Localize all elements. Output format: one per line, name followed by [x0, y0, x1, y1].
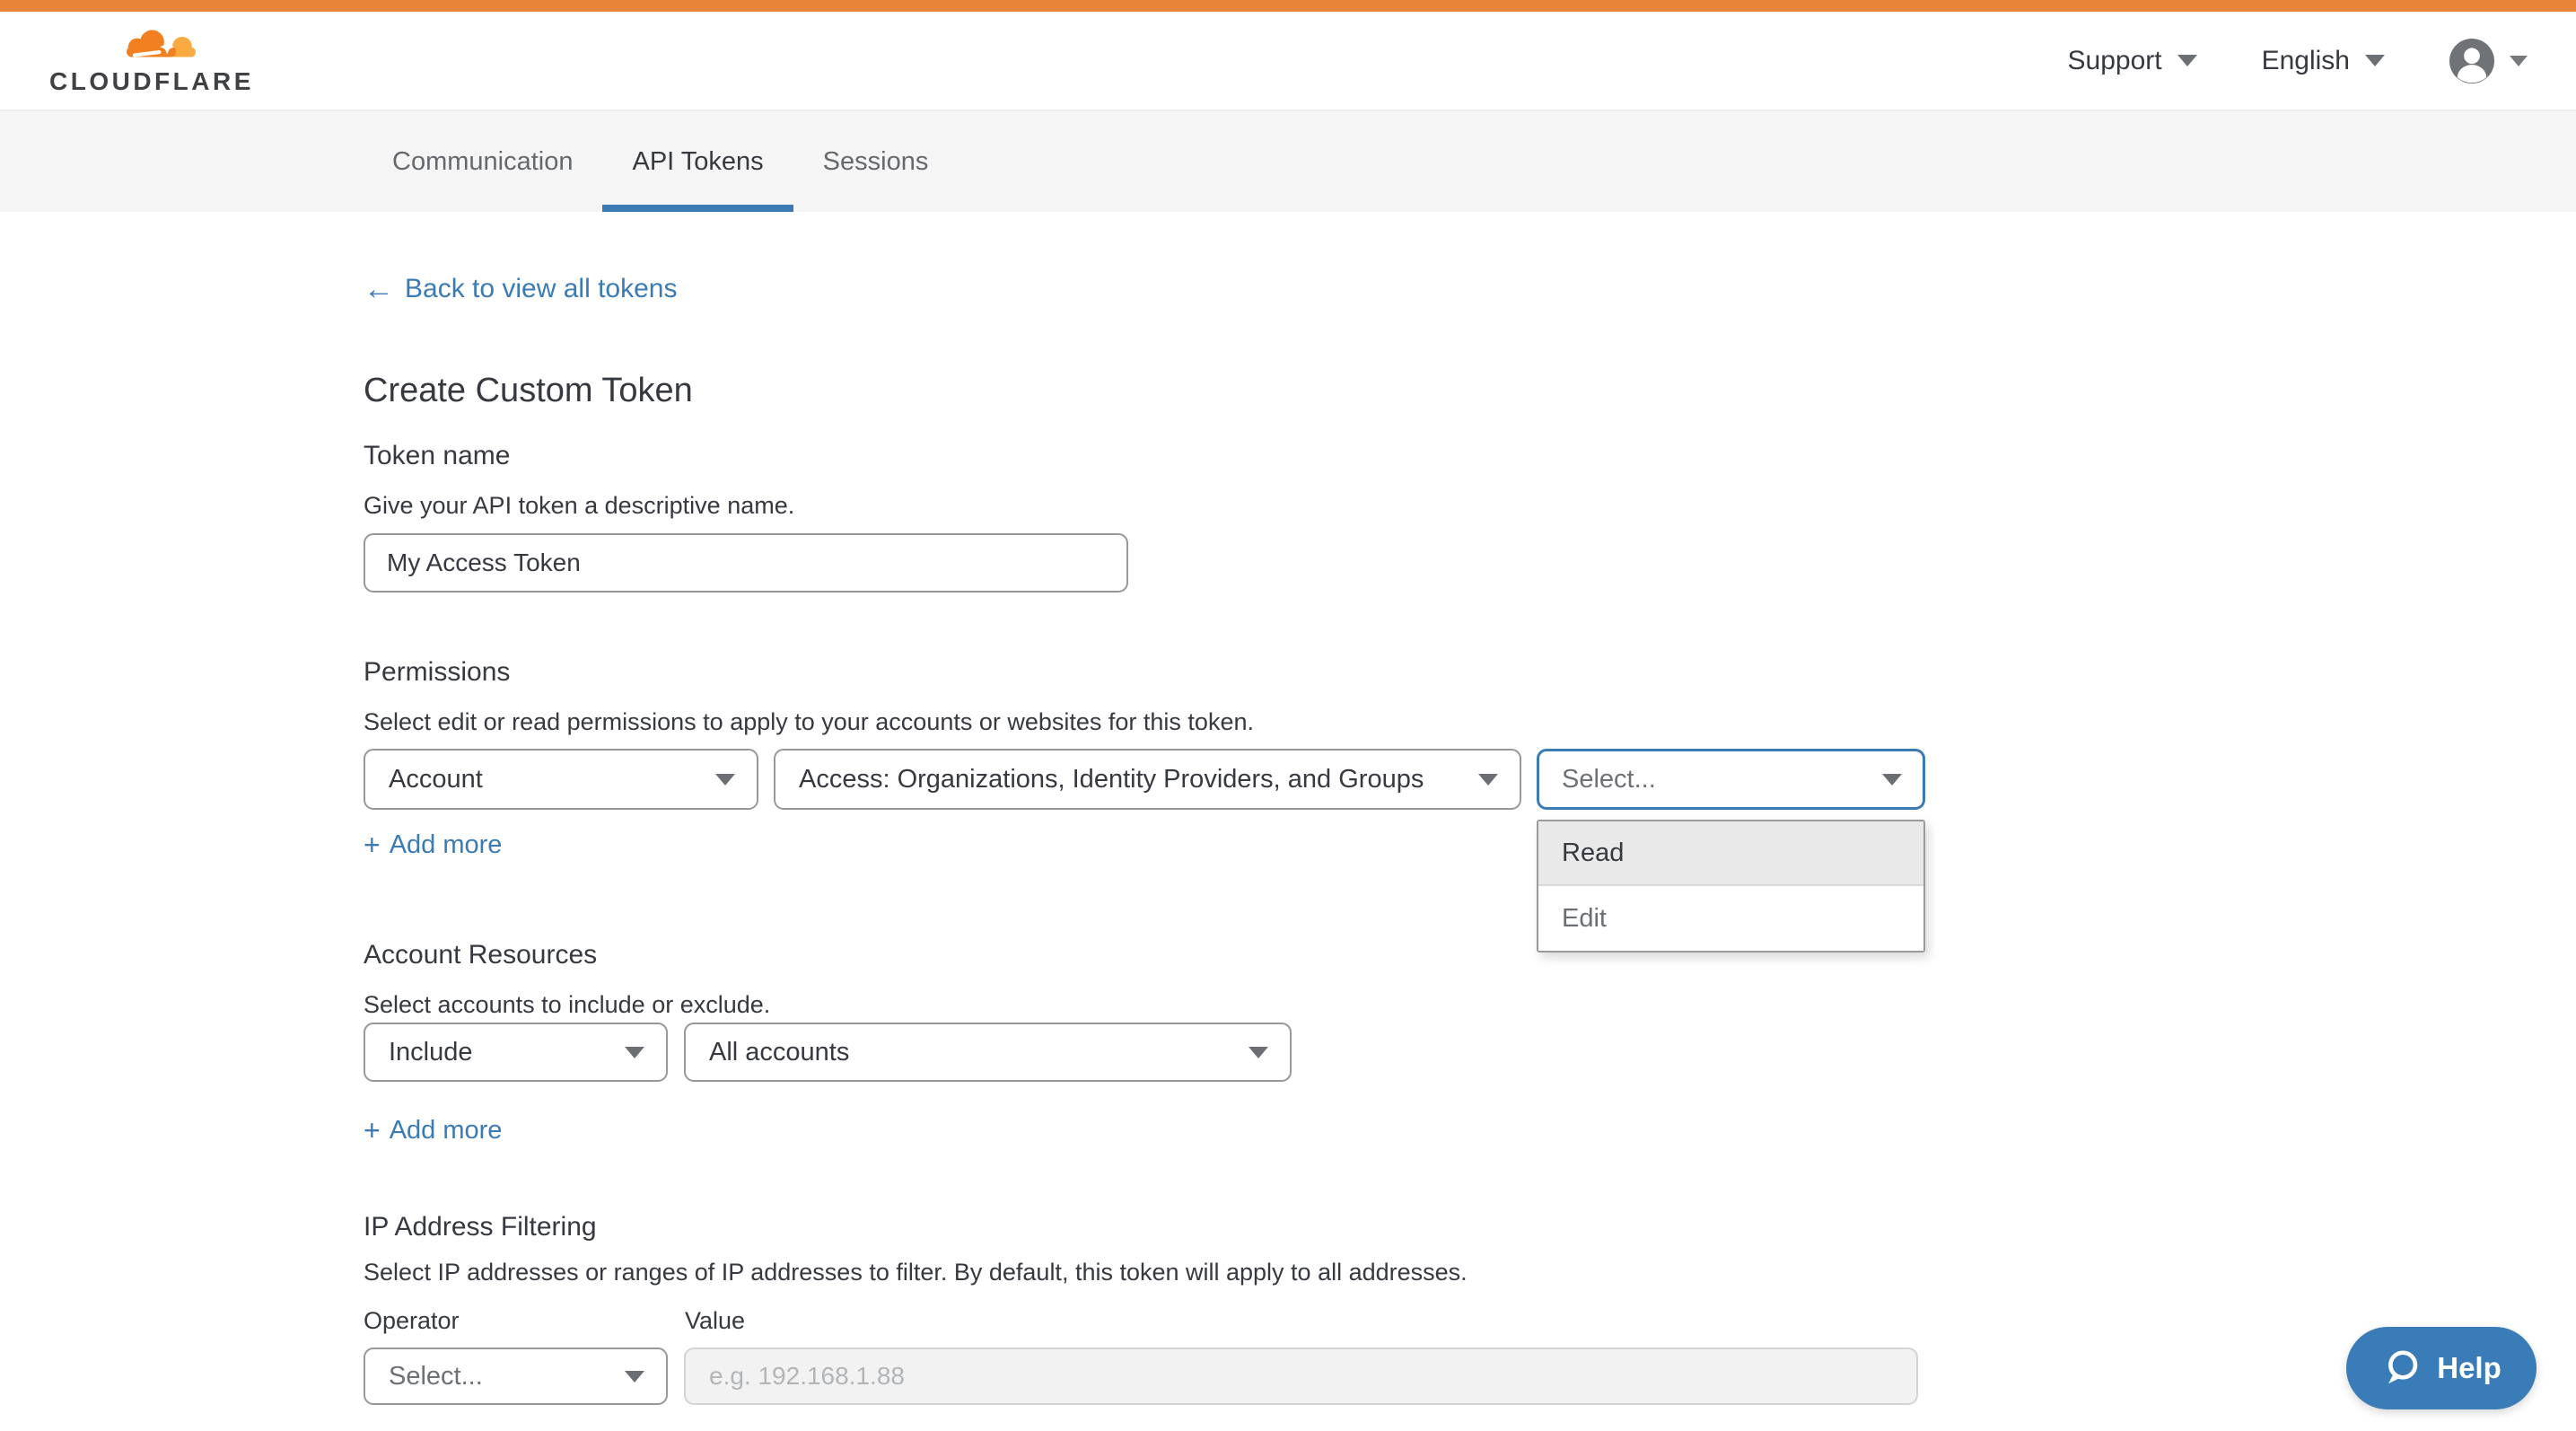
cloudflare-cloud-icon	[118, 26, 200, 66]
ip-filtering-description: Select IP addresses or ranges of IP addr…	[364, 1259, 1468, 1286]
menu-item-edit[interactable]: Edit	[1538, 886, 1923, 951]
account-resources-heading: Account Resources	[364, 940, 597, 970]
language-menu[interactable]: English	[2262, 46, 2385, 76]
ip-value-input[interactable]	[684, 1348, 1918, 1405]
operator-label: Operator	[364, 1307, 460, 1335]
ip-operator-select[interactable]: Select...	[364, 1348, 668, 1405]
account-resources-add-more-link[interactable]: + Add more	[364, 1116, 502, 1146]
top-accent-bar	[0, 0, 2576, 12]
permission-resource-value: Access: Organizations, Identity Provider…	[799, 765, 1478, 795]
ip-filter-row: Select...	[364, 1348, 1918, 1405]
resource-mode-select[interactable]: Include	[364, 1023, 668, 1082]
help-button[interactable]: Help	[2346, 1327, 2537, 1409]
permission-level-menu: Read Edit	[1537, 820, 1925, 953]
permission-scope-select[interactable]: Account	[364, 749, 758, 810]
ip-operator-placeholder: Select...	[389, 1362, 625, 1391]
permissions-description: Select edit or read permissions to apply…	[364, 708, 1254, 736]
chevron-down-icon	[1882, 774, 1902, 786]
cloudflare-wordmark: CLOUDFLARE	[49, 67, 207, 96]
chevron-down-icon	[2510, 56, 2528, 66]
header-menu: Support English	[2068, 39, 2528, 83]
permission-scope-value: Account	[389, 765, 715, 795]
support-label: Support	[2068, 46, 2162, 76]
tab-communication[interactable]: Communication	[363, 111, 602, 212]
permissions-add-more-link[interactable]: + Add more	[364, 830, 502, 860]
main-content: ← Back to view all tokens Create Custom …	[0, 212, 2576, 1431]
chevron-down-icon	[2365, 55, 2385, 66]
menu-item-read[interactable]: Read	[1538, 821, 1923, 886]
tab-sessions[interactable]: Sessions	[793, 111, 959, 212]
back-arrow-icon: ←	[364, 276, 394, 303]
plus-icon: +	[364, 832, 381, 858]
permissions-row: Account Access: Organizations, Identity …	[364, 749, 1925, 810]
plus-icon: +	[364, 1118, 381, 1144]
ip-filtering-heading: IP Address Filtering	[364, 1212, 597, 1242]
chevron-down-icon	[2177, 55, 2197, 66]
chevron-down-icon	[715, 774, 735, 786]
token-name-input[interactable]	[364, 533, 1128, 593]
chat-bubble-icon	[2381, 1348, 2423, 1389]
resource-accounts-select[interactable]: All accounts	[684, 1023, 1292, 1082]
account-resources-row: Include All accounts	[364, 1023, 1292, 1082]
resource-accounts-value: All accounts	[709, 1038, 1249, 1067]
header: CLOUDFLARE Support English	[0, 12, 2576, 111]
user-avatar-icon	[2449, 39, 2494, 83]
token-name-heading: Token name	[364, 441, 510, 471]
permission-level-placeholder: Select...	[1562, 765, 1882, 795]
support-menu[interactable]: Support	[2068, 46, 2197, 76]
resource-mode-value: Include	[389, 1038, 625, 1067]
tab-api-tokens[interactable]: API Tokens	[602, 111, 793, 212]
back-to-tokens-link[interactable]: ← Back to view all tokens	[364, 274, 677, 304]
profile-tabs: Communication API Tokens Sessions	[0, 111, 2576, 212]
chevron-down-icon	[1478, 774, 1498, 786]
add-more-label: Add more	[390, 1116, 503, 1146]
account-resources-description: Select accounts to include or exclude.	[364, 991, 770, 1019]
account-menu[interactable]	[2449, 39, 2528, 83]
chevron-down-icon	[625, 1047, 644, 1058]
token-name-description: Give your API token a descriptive name.	[364, 492, 794, 520]
add-more-label: Add more	[390, 830, 503, 860]
page-title: Create Custom Token	[364, 372, 693, 410]
permission-level-select[interactable]: Select... Read Edit	[1537, 749, 1925, 810]
value-label: Value	[685, 1307, 745, 1335]
help-button-label: Help	[2437, 1351, 2502, 1385]
chevron-down-icon	[625, 1371, 644, 1383]
permissions-heading: Permissions	[364, 657, 510, 688]
chevron-down-icon	[1249, 1047, 1268, 1058]
language-label: English	[2262, 46, 2350, 76]
permission-resource-select[interactable]: Access: Organizations, Identity Provider…	[774, 749, 1521, 810]
back-link-label: Back to view all tokens	[405, 274, 677, 304]
page: CLOUDFLARE Support English	[0, 0, 2576, 1431]
cloudflare-logo[interactable]: CLOUDFLARE	[49, 26, 207, 96]
